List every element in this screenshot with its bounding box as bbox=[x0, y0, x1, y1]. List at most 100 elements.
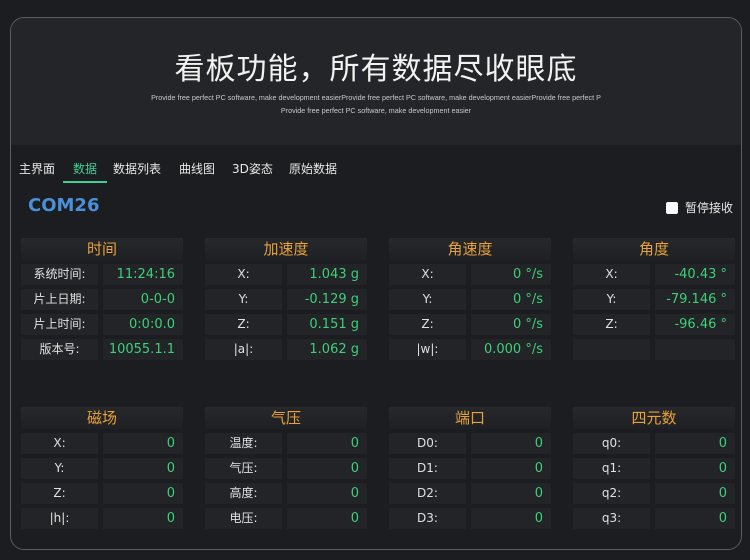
panel-quaternion: 四元数 q0: 0 q1: 0 q2: 0 q3: 0 bbox=[573, 407, 735, 529]
data-row: 系统时间: 11:24:16 bbox=[21, 264, 183, 285]
row-value: 11:24:16 bbox=[103, 264, 183, 285]
data-row: Y: -79.146 ° bbox=[573, 289, 735, 310]
hero-subtitle: Provide free perfect PC software, make d… bbox=[136, 91, 616, 117]
row-label: 版本号: bbox=[21, 339, 98, 360]
row-label: D1: bbox=[389, 458, 466, 479]
panel-title: 角度 bbox=[573, 238, 735, 260]
row-label: |h|: bbox=[21, 508, 98, 529]
data-row: |h|: 0 bbox=[21, 508, 183, 529]
row-label: 温度: bbox=[205, 433, 282, 454]
row-value: 0 bbox=[471, 508, 551, 529]
tab-main[interactable]: 主界面 bbox=[19, 160, 55, 181]
row-value: -79.146 ° bbox=[655, 289, 735, 310]
data-row: X: 0 bbox=[21, 433, 183, 454]
data-row: D1: 0 bbox=[389, 458, 551, 479]
pause-label: 暂停接收 bbox=[685, 201, 734, 215]
data-row: 高度: 0 bbox=[205, 483, 367, 504]
port-name: COM26 bbox=[28, 195, 100, 216]
data-row: Y: -0.129 g bbox=[205, 289, 367, 310]
row-label: Z: bbox=[205, 314, 282, 335]
row-value: 0 °/s bbox=[471, 289, 551, 310]
panel-port: 端口 D0: 0 D1: 0 D2: 0 D3: 0 bbox=[389, 407, 551, 529]
row-label bbox=[573, 339, 650, 360]
panel-title: 加速度 bbox=[205, 238, 367, 260]
row-value: 0 bbox=[103, 483, 183, 504]
data-row: |w|: 0.000 °/s bbox=[389, 339, 551, 360]
hero-banner: 看板功能，所有数据尽收眼底 Provide free perfect PC so… bbox=[11, 18, 741, 145]
row-label: |w|: bbox=[389, 339, 466, 360]
panel-title: 端口 bbox=[389, 407, 551, 429]
pause-checkbox[interactable] bbox=[666, 201, 678, 214]
row-value bbox=[655, 339, 735, 360]
tab-curve[interactable]: 曲线图 bbox=[179, 160, 215, 181]
data-row: 气压: 0 bbox=[205, 458, 367, 479]
row-label: 电压: bbox=[205, 508, 282, 529]
row-value: 0 bbox=[287, 433, 367, 454]
row-label: Y: bbox=[389, 289, 466, 310]
panel-time: 时间 系统时间: 11:24:16 片上日期: 0-0-0 片上时间: 0:0:0.0… bbox=[21, 238, 183, 360]
panel-magnetic-field: 磁场 X: 0 Y: 0 Z: 0 |h|: 0 bbox=[21, 407, 183, 529]
row-value: 0 bbox=[287, 508, 367, 529]
data-row: X: 0 °/s bbox=[389, 264, 551, 285]
panel-angle: 角度 X: -40.43 ° Y: -79.146 ° Z: -96.46 ° bbox=[573, 238, 735, 360]
data-row: q0: 0 bbox=[573, 433, 735, 454]
row-value: 0 bbox=[103, 458, 183, 479]
panel-title: 角速度 bbox=[389, 238, 551, 260]
panel-title: 时间 bbox=[21, 238, 183, 260]
hero-subtitle-line-2: Provide free perfect PC software, make d… bbox=[280, 106, 472, 115]
data-row: 版本号: 10055.1.1 bbox=[21, 339, 183, 360]
data-row: 片上时间: 0:0:0.0 bbox=[21, 314, 183, 335]
data-row: q1: 0 bbox=[573, 458, 735, 479]
row-label: X: bbox=[21, 433, 98, 454]
tab-raw-data[interactable]: 原始数据 bbox=[289, 160, 337, 181]
data-row bbox=[573, 339, 735, 360]
row-value: 0 bbox=[471, 458, 551, 479]
row-label: Y: bbox=[21, 458, 98, 479]
row-label: 高度: bbox=[205, 483, 282, 504]
hero-title: 看板功能，所有数据尽收眼底 bbox=[174, 52, 578, 87]
pause-receive-toggle[interactable]: 暂停接收 bbox=[666, 199, 733, 216]
data-row: |a|: 1.062 g bbox=[205, 339, 367, 360]
row-label: q2: bbox=[573, 483, 650, 504]
row-label: q0: bbox=[573, 433, 650, 454]
row-value: 0 bbox=[655, 508, 735, 529]
panel-air-pressure: 气压 温度: 0 气压: 0 高度: 0 电压: 0 bbox=[205, 407, 367, 529]
tab-data[interactable]: 数据 bbox=[63, 160, 108, 183]
row-value: 0 bbox=[655, 433, 735, 454]
row-label: Z: bbox=[389, 314, 466, 335]
row-label: Y: bbox=[205, 289, 282, 310]
tab-bar: 主界面 数据 数据列表 曲线图 3D姿态 原始数据 bbox=[11, 160, 741, 186]
panel-title: 磁场 bbox=[21, 407, 183, 429]
row-label: Z: bbox=[21, 483, 98, 504]
data-row: Z: -96.46 ° bbox=[573, 314, 735, 335]
row-value: 0 °/s bbox=[471, 264, 551, 285]
row-value: -0.129 g bbox=[287, 289, 367, 310]
data-row: Z: 0 bbox=[21, 483, 183, 504]
row-label: 片上日期: bbox=[21, 289, 98, 310]
row-label: D2: bbox=[389, 483, 466, 504]
row-value: 0.000 °/s bbox=[471, 339, 551, 360]
data-row: 片上日期: 0-0-0 bbox=[21, 289, 183, 310]
data-row: 温度: 0 bbox=[205, 433, 367, 454]
row-label: 气压: bbox=[205, 458, 282, 479]
row-value: 1.043 g bbox=[287, 264, 367, 285]
row-value: 10055.1.1 bbox=[103, 339, 183, 360]
data-row: Z: 0.151 g bbox=[205, 314, 367, 335]
row-value: 0 bbox=[655, 483, 735, 504]
data-row: D0: 0 bbox=[389, 433, 551, 454]
row-value: -40.43 ° bbox=[655, 264, 735, 285]
row-label: q1: bbox=[573, 458, 650, 479]
row-label: Z: bbox=[573, 314, 650, 335]
row-label: 系统时间: bbox=[21, 264, 98, 285]
data-row: q3: 0 bbox=[573, 508, 735, 529]
data-row: Y: 0 bbox=[21, 458, 183, 479]
tab-data-list[interactable]: 数据列表 bbox=[113, 160, 161, 181]
row-label: X: bbox=[573, 264, 650, 285]
panel-title: 气压 bbox=[205, 407, 367, 429]
row-value: 0-0-0 bbox=[103, 289, 183, 310]
data-row: X: -40.43 ° bbox=[573, 264, 735, 285]
row-value: 0 °/s bbox=[471, 314, 551, 335]
tab-3d-pose[interactable]: 3D姿态 bbox=[232, 160, 273, 181]
row-label: 片上时间: bbox=[21, 314, 98, 335]
dashboard-window: 看板功能，所有数据尽收眼底 Provide free perfect PC so… bbox=[10, 17, 742, 550]
